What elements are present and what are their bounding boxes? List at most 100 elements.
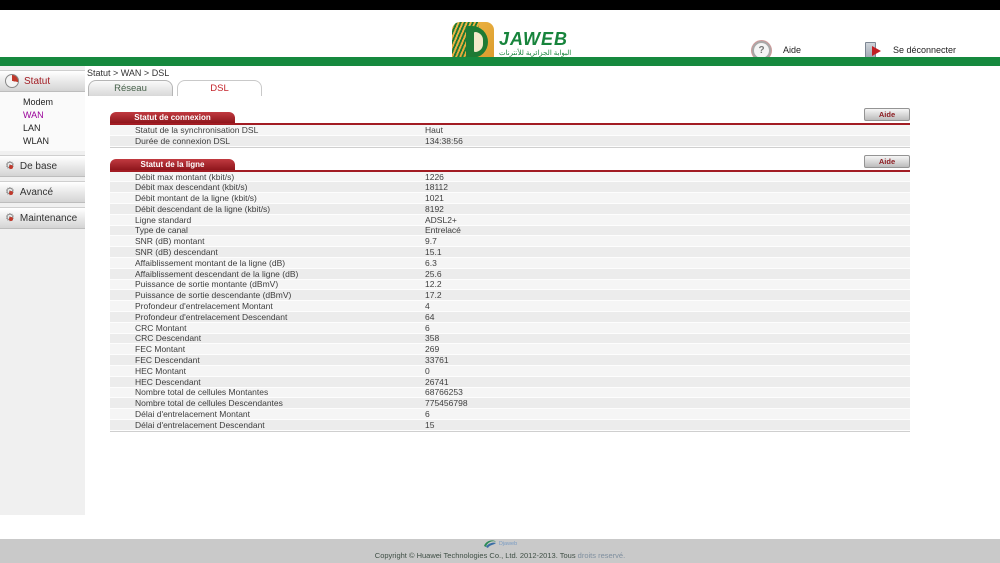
row-value: 64: [425, 312, 910, 322]
row-value: 17.2: [425, 290, 910, 300]
table-row: HEC Descendant26741: [110, 377, 910, 388]
logout-door-icon: [865, 42, 881, 59]
section-title: Statut de la ligne: [110, 159, 235, 170]
table-row: Délai d'entrelacement Montant6: [110, 409, 910, 420]
aide-button[interactable]: Aide: [864, 155, 910, 168]
tables-area: Statut de connexion Aide Statut de la sy…: [110, 110, 910, 432]
table-row: Type de canalEntrelacé: [110, 226, 910, 237]
footer-logo: Djaweb: [0, 538, 1000, 550]
sidebar: Statut Modem WAN LAN WLAN ⚙ De base ⚙ Av…: [0, 66, 85, 515]
top-black-bar: [0, 0, 1000, 10]
sidebar-item-wlan[interactable]: WLAN: [0, 134, 85, 147]
statut-submenu: Modem WAN LAN WLAN: [0, 92, 85, 151]
sidebar-section-avance[interactable]: ⚙ Avancé: [0, 181, 85, 203]
main-content: Statut > WAN > DSL Réseau DSL Statut de …: [85, 66, 1000, 441]
sidebar-section-de-base[interactable]: ⚙ De base: [0, 155, 85, 177]
line-status-table: Débit max montant (kbit/s)1226Débit max …: [110, 172, 910, 432]
sidebar-item-lan[interactable]: LAN: [0, 121, 85, 134]
row-label: SNR (dB) descendant: [110, 247, 425, 257]
table-row: Délai d'entrelacement Descendant15: [110, 420, 910, 431]
sidebar-item-wan[interactable]: WAN: [0, 108, 85, 121]
row-value: 358: [425, 333, 910, 343]
tools-icon: ⚙: [5, 213, 15, 224]
row-label: CRC Descendant: [110, 333, 425, 343]
table-row: CRC Montant6: [110, 323, 910, 334]
table-row: Débit descendant de la ligne (kbit/s)819…: [110, 204, 910, 215]
gears-icon: ⚙: [5, 187, 15, 198]
row-label: Profondeur d'entrelacement Descendant: [110, 312, 425, 322]
row-label: Affaiblissement descendant de la ligne (…: [110, 269, 425, 279]
row-value: 1021: [425, 193, 910, 203]
row-value: 269: [425, 344, 910, 354]
table-row: HEC Montant0: [110, 366, 910, 377]
sidebar-item-modem[interactable]: Modem: [0, 95, 85, 108]
sidebar-section-label: Avancé: [20, 187, 53, 198]
table-row: Profondeur d'entrelacement Montant4: [110, 301, 910, 312]
row-value: 775456798: [425, 398, 910, 408]
copyright-text: Copyright © Huawei Technologies Co., Ltd…: [0, 551, 1000, 560]
row-label: Nombre total de cellules Descendantes: [110, 398, 425, 408]
row-label: Puissance de sortie descendante (dBmV): [110, 290, 425, 300]
row-label: Statut de la synchronisation DSL: [110, 125, 425, 135]
table-row: Statut de la synchronisation DSLHaut: [110, 125, 910, 136]
row-value: 12.2: [425, 279, 910, 289]
table-row: Affaiblissement montant de la ligne (dB)…: [110, 258, 910, 269]
sidebar-section-statut[interactable]: Statut: [0, 70, 85, 92]
copyright-main: Copyright © Huawei Technologies Co., Ltd…: [375, 551, 576, 560]
table-row: FEC Montant269: [110, 344, 910, 355]
row-label: Profondeur d'entrelacement Montant: [110, 301, 425, 311]
footer: Djaweb Copyright © Huawei Technologies C…: [0, 539, 1000, 563]
row-label: Type de canal: [110, 225, 425, 235]
breadcrumb: Statut > WAN > DSL: [87, 68, 1000, 78]
row-label: Affaiblissement montant de la ligne (dB): [110, 258, 425, 268]
aide-button[interactable]: Aide: [864, 108, 910, 121]
row-label: Nombre total de cellules Montantes: [110, 387, 425, 397]
row-value: 134:38:56: [425, 136, 910, 146]
table-row: SNR (dB) montant9.7: [110, 236, 910, 247]
row-label: CRC Montant: [110, 323, 425, 333]
section-header: Statut de la ligne Aide: [110, 157, 910, 172]
row-value: 8192: [425, 204, 910, 214]
row-value: 25.6: [425, 269, 910, 279]
table-row: Nombre total de cellules Montantes687662…: [110, 388, 910, 399]
row-label: SNR (dB) montant: [110, 236, 425, 246]
table-row: SNR (dB) descendant15.1: [110, 247, 910, 258]
row-value: 6: [425, 409, 910, 419]
tab-strip: Réseau DSL: [88, 80, 1000, 96]
sidebar-section-maintenance[interactable]: ⚙ Maintenance: [0, 207, 85, 229]
sidebar-section-label: Statut: [24, 76, 50, 87]
section-title: Statut de connexion: [110, 112, 235, 123]
table-row: Profondeur d'entrelacement Descendant64: [110, 312, 910, 323]
row-value: Entrelacé: [425, 225, 910, 235]
table-row: Affaiblissement descendant de la ligne (…: [110, 269, 910, 280]
section-header: Statut de connexion Aide: [110, 110, 910, 125]
sidebar-section-label: De base: [20, 161, 57, 172]
row-value: 15.1: [425, 247, 910, 257]
row-label: Puissance de sortie montante (dBmV): [110, 279, 425, 289]
pie-chart-icon: [5, 74, 19, 88]
header: JAWEB البوابة الجزائرية للأنترنات Djaweb…: [0, 10, 1000, 57]
row-label: Durée de connexion DSL: [110, 136, 425, 146]
row-label: HEC Montant: [110, 366, 425, 376]
row-value: 18112: [425, 182, 910, 192]
connection-status-table: Statut de la synchronisation DSLHautDuré…: [110, 125, 910, 148]
row-label: Délai d'entrelacement Descendant: [110, 420, 425, 430]
row-label: Débit max montant (kbit/s): [110, 172, 425, 182]
table-row: Débit max montant (kbit/s)1226: [110, 172, 910, 183]
row-value: 15: [425, 420, 910, 430]
green-divider-bar: [0, 57, 1000, 66]
aide-label: Aide: [783, 45, 801, 55]
gear-icon: ⚙: [5, 161, 15, 172]
row-label: HEC Descendant: [110, 377, 425, 387]
table-row: FEC Descendant33761: [110, 355, 910, 366]
row-value: 68766253: [425, 387, 910, 397]
table-row: Nombre total de cellules Descendantes775…: [110, 398, 910, 409]
copyright-light: droits reservé.: [578, 551, 626, 560]
tab-dsl[interactable]: DSL: [177, 80, 262, 96]
table-row: Ligne standardADSL2+: [110, 215, 910, 226]
tab-reseau[interactable]: Réseau: [88, 80, 173, 96]
logo-brand: JAWEB: [499, 30, 571, 48]
footer-swoosh-icon: [483, 538, 497, 550]
row-label: Ligne standard: [110, 215, 425, 225]
row-label: Débit max descendant (kbit/s): [110, 182, 425, 192]
